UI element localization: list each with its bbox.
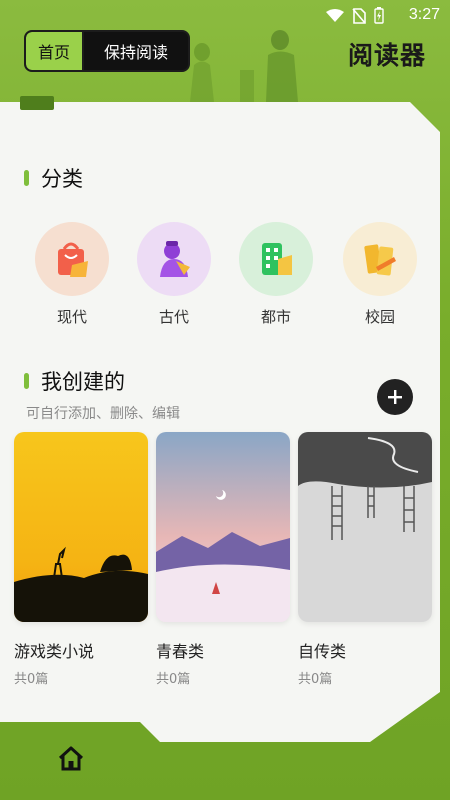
status-time: 3:27 bbox=[408, 6, 440, 23]
my-created-header: 我创建的 bbox=[24, 366, 125, 396]
book-card[interactable]: 游戏类小说 共0篇 bbox=[14, 432, 148, 687]
background-figures-illustration bbox=[190, 30, 298, 102]
book-card[interactable]: 自传类 共0篇 bbox=[298, 432, 432, 687]
accent-bar bbox=[24, 170, 29, 186]
tab-keep-reading[interactable]: 保持阅读 bbox=[84, 32, 188, 70]
book-cover-pink-mountains bbox=[156, 432, 290, 622]
ancient-figure-icon bbox=[137, 222, 211, 296]
book-name: 自传类 bbox=[298, 642, 347, 661]
my-created-subtitle: 可自行添加、删除、编辑 bbox=[26, 406, 180, 422]
book-count: 共0篇 bbox=[298, 672, 333, 687]
battery-charging-icon bbox=[374, 7, 384, 24]
shopping-bag-icon bbox=[35, 222, 109, 296]
category-label: 古代 bbox=[158, 308, 189, 326]
plus-icon bbox=[388, 390, 402, 404]
categories-title: 分类 bbox=[41, 167, 83, 191]
book-cover-ladders-grey bbox=[298, 432, 432, 622]
category-campus[interactable]: 校园 bbox=[342, 222, 418, 327]
book-card[interactable]: 青春类 共0篇 bbox=[156, 432, 290, 687]
tab-switch: 首页 保持阅读 bbox=[24, 30, 190, 72]
no-sim-icon bbox=[352, 7, 366, 24]
app-title: 阅读器 bbox=[347, 41, 426, 70]
status-bar: 3:27 bbox=[0, 0, 450, 30]
book-count: 共0篇 bbox=[14, 672, 49, 687]
category-label: 校园 bbox=[364, 308, 395, 326]
book-name: 青春类 bbox=[156, 642, 205, 661]
my-created-title: 我创建的 bbox=[41, 370, 125, 394]
category-label: 现代 bbox=[56, 308, 87, 326]
home-icon[interactable] bbox=[56, 743, 86, 773]
wifi-icon bbox=[326, 8, 344, 22]
categories-header: 分类 bbox=[24, 163, 83, 193]
bookmark-tab-decoration bbox=[20, 96, 54, 110]
book-count: 共0篇 bbox=[156, 672, 191, 687]
school-pencil-icon bbox=[343, 222, 417, 296]
category-ancient[interactable]: 古代 bbox=[136, 222, 212, 327]
book-cover-sunset-deer bbox=[14, 432, 148, 622]
category-city[interactable]: 都市 bbox=[238, 222, 314, 327]
city-building-icon bbox=[239, 222, 313, 296]
book-name: 游戏类小说 bbox=[14, 642, 95, 661]
category-modern[interactable]: 现代 bbox=[34, 222, 110, 327]
add-button[interactable] bbox=[377, 379, 413, 415]
category-label: 都市 bbox=[260, 308, 291, 326]
tab-home[interactable]: 首页 bbox=[26, 32, 84, 70]
accent-bar bbox=[24, 373, 29, 389]
